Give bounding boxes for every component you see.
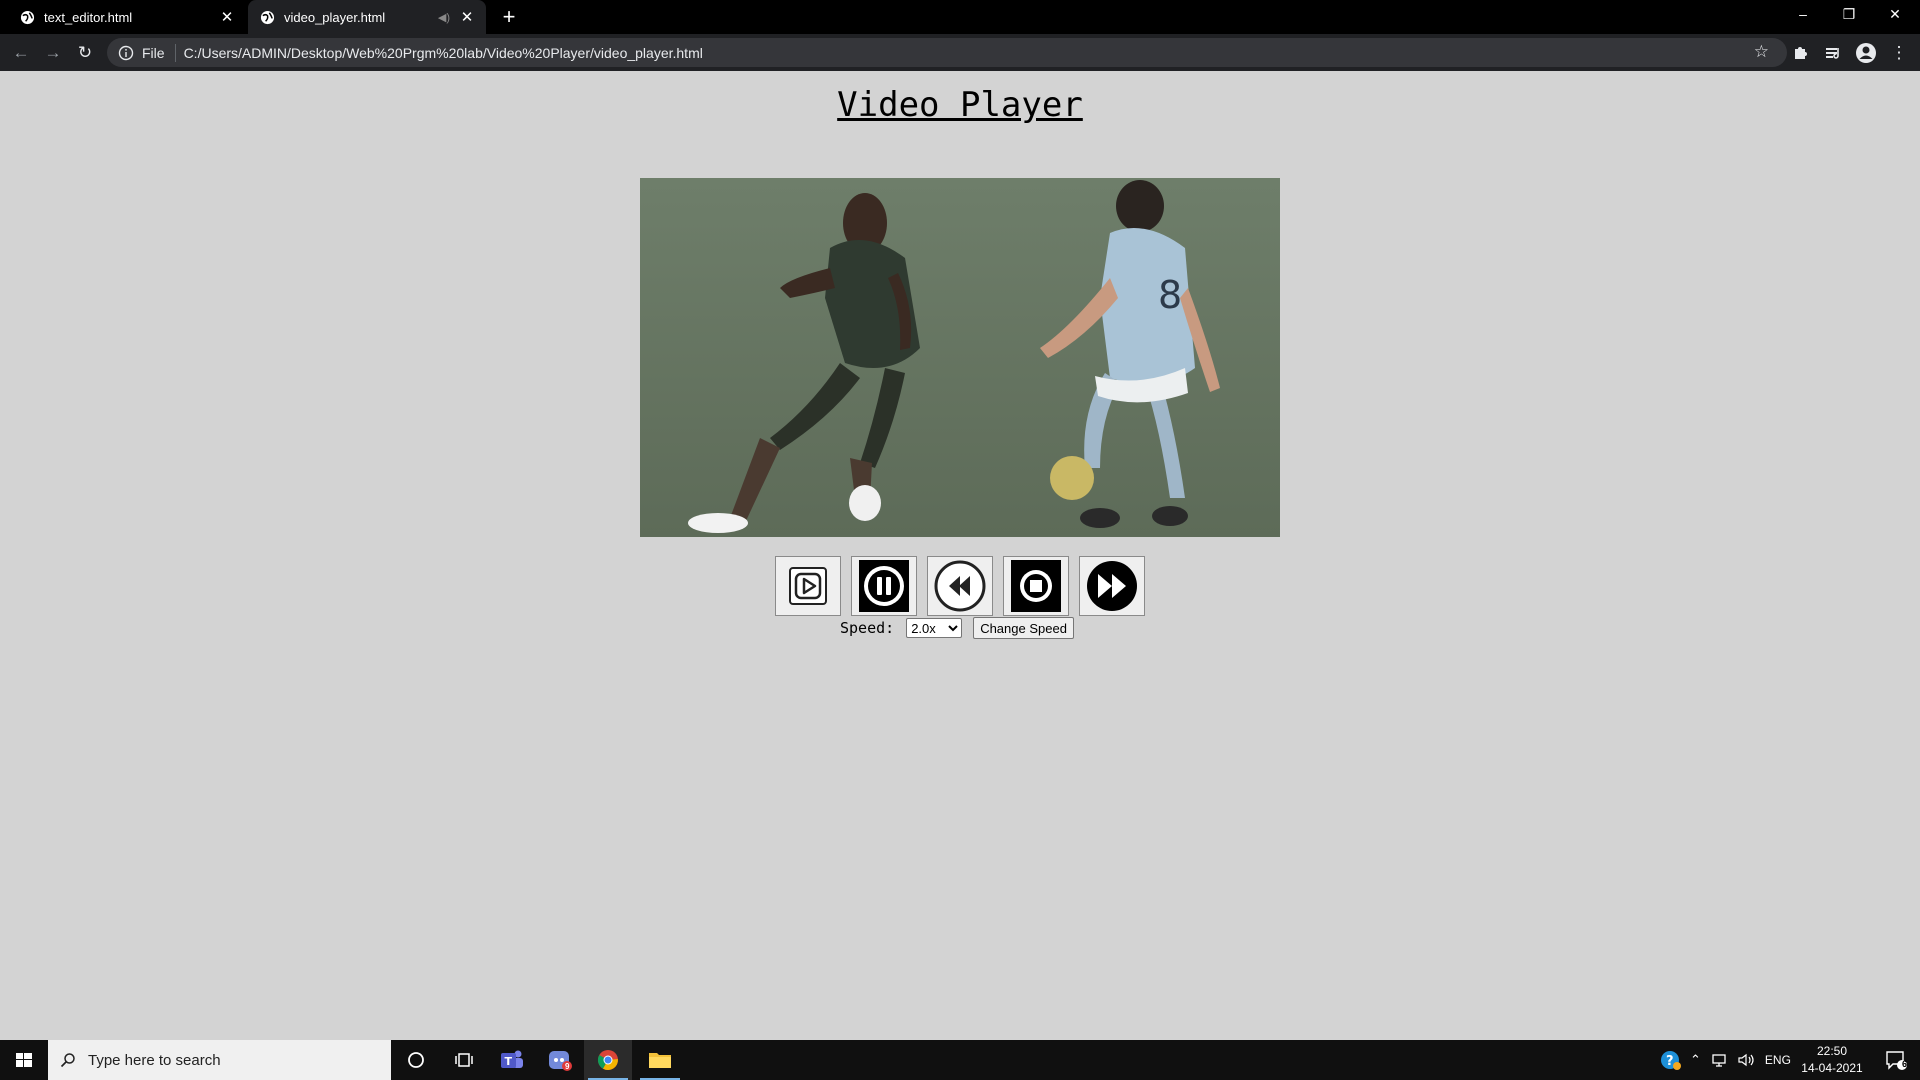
globe-icon (20, 10, 35, 24)
start-button[interactable] (0, 1040, 48, 1080)
svg-text:8: 8 (1158, 273, 1182, 317)
discord-app-button[interactable]: 9 (536, 1040, 584, 1080)
page-title: Video Player (837, 85, 1083, 125)
play-button[interactable] (775, 556, 841, 616)
bookmark-star-icon[interactable]: ☆ (1754, 42, 1769, 62)
back-button[interactable]: ← (8, 40, 34, 66)
omnibox-divider (174, 43, 176, 62)
pause-button[interactable] (851, 556, 917, 616)
volume-icon[interactable] (1737, 1052, 1755, 1068)
speed-select[interactable]: 2.0x (906, 618, 963, 638)
new-tab-button[interactable]: + (496, 5, 522, 29)
svg-text:T: T (505, 1055, 513, 1068)
taskbar-search-box[interactable]: Type here to search (48, 1040, 391, 1080)
discord-badge: 9 (565, 1062, 570, 1071)
address-bar[interactable]: File C:/Users/ADMIN/Desktop/Web%20Prgm%2… (107, 38, 1787, 67)
clock[interactable]: 22:50 14-04-2021 (1790, 1043, 1874, 1077)
globe-icon (260, 10, 275, 24)
fast-forward-button[interactable] (1079, 556, 1145, 616)
svg-text:?: ? (1666, 1054, 1674, 1069)
tab-video-player[interactable]: video_player.html ◀) ✕ (248, 0, 486, 34)
chrome-app-button[interactable] (584, 1040, 632, 1080)
clock-date: 14-04-2021 (1801, 1061, 1863, 1075)
media-controls (775, 556, 1145, 616)
help-icon[interactable]: ? (1660, 1049, 1682, 1071)
folder-icon (649, 1053, 671, 1068)
chrome-icon (597, 1050, 618, 1071)
scheme-label: File (142, 44, 165, 61)
task-view-icon (455, 1053, 473, 1067)
forward-button[interactable]: → (40, 40, 66, 66)
task-view-button[interactable] (440, 1040, 488, 1080)
teams-app-button[interactable]: T (488, 1040, 536, 1080)
url-text[interactable]: C:/Users/ADMIN/Desktop/Web%20Prgm%20lab/… (184, 45, 703, 61)
minimize-button[interactable]: – (1780, 0, 1826, 30)
tab-label: video_player.html (284, 9, 386, 25)
clock-time: 22:50 (1816, 1044, 1848, 1058)
page-body: Video Player 8 Speed: 2.0x Change Speed (0, 71, 1920, 1040)
close-window-button[interactable]: ✕ (1872, 0, 1918, 30)
tab-close-icon[interactable]: ✕ (456, 8, 478, 26)
tab-mute-icon[interactable]: ◀) (438, 11, 450, 24)
speed-label: Speed: (840, 619, 895, 637)
reload-button[interactable]: ↻ (72, 40, 98, 66)
video-frame[interactable]: 8 (640, 178, 1280, 537)
browser-toolbar: ← → ↻ File C:/Users/ADMIN/Desktop/Web%20… (0, 34, 1920, 71)
windows-logo-icon (16, 1053, 32, 1067)
windows-taskbar: Type here to search T 9 ? ⌃ ENG 22:50 14… (0, 1040, 1920, 1080)
browser-tab-bar: text_editor.html ✕ video_player.html ◀) … (0, 0, 1920, 34)
notification-center-button[interactable]: 6 (1872, 1040, 1920, 1080)
restore-button[interactable]: ❐ (1826, 0, 1872, 30)
search-icon (60, 1053, 75, 1068)
network-icon[interactable] (1711, 1052, 1729, 1068)
cortana-circle-icon (408, 1052, 424, 1068)
pause-icon (859, 560, 909, 612)
speed-controls: Speed: 2.0x Change Speed (840, 617, 1074, 639)
stop-button[interactable] (1003, 556, 1069, 616)
language-indicator[interactable]: ENG (1765, 1053, 1791, 1067)
search-placeholder: Type here to search (88, 1051, 221, 1069)
media-control-icon[interactable] (1820, 40, 1846, 66)
tab-text-editor[interactable]: text_editor.html ✕ (0, 0, 246, 34)
system-tray: ? ⌃ ENG (1660, 1040, 1791, 1080)
chevron-up-icon[interactable]: ⌃ (1690, 1052, 1701, 1068)
teams-icon: T (501, 1050, 523, 1068)
info-icon[interactable] (118, 45, 134, 61)
notification-count: 6 (1902, 1059, 1908, 1069)
menu-kebab-icon[interactable]: ⋮ (1886, 40, 1912, 66)
video-frame-image: 8 (640, 178, 1280, 537)
stop-icon (1011, 560, 1061, 612)
rewind-icon (934, 560, 986, 612)
play-icon (789, 567, 827, 605)
rewind-button[interactable] (927, 556, 993, 616)
extensions-icon[interactable] (1787, 40, 1813, 66)
profile-avatar-icon[interactable] (1853, 40, 1879, 66)
change-speed-button[interactable]: Change Speed (973, 617, 1074, 639)
tab-close-icon[interactable]: ✕ (216, 8, 238, 26)
fast-forward-icon (1087, 561, 1137, 611)
tab-label: text_editor.html (44, 9, 133, 25)
file-explorer-button[interactable] (636, 1040, 684, 1080)
cortana-button[interactable] (392, 1040, 440, 1080)
